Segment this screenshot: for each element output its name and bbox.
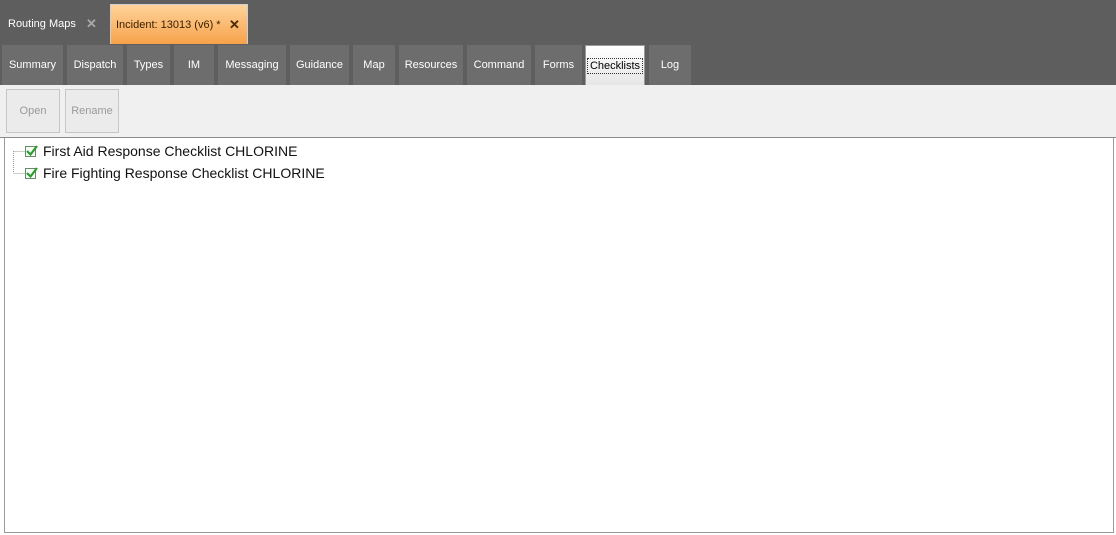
tab-guidance[interactable]: Guidance [290,45,349,85]
section-tab-bar: Summary Dispatch Types IM Messaging Guid… [0,44,1116,85]
close-icon[interactable]: ✕ [229,18,240,31]
checklist-tree: First Aid Response Checklist CHLORINE Fi… [4,138,1114,533]
tab-command[interactable]: Command [467,45,531,85]
doc-tab-label: Incident: 13013 (v6) * [116,18,221,31]
tab-checklists[interactable]: Checklists [585,45,645,85]
tab-summary[interactable]: Summary [2,45,63,85]
tab-label: Messaging [225,59,279,71]
checklist-label: First Aid Response Checklist CHLORINE [43,143,298,159]
checkbox-checked-icon[interactable] [25,166,38,179]
doc-tab-incident[interactable]: Incident: 13013 (v6) * ✕ [110,4,248,44]
tab-im[interactable]: IM [174,45,214,85]
doc-tab-label: Routing Maps [8,18,76,30]
tab-label: Dispatch [73,59,117,71]
tab-types[interactable]: Types [127,45,170,85]
tab-label: Types [133,59,164,71]
tab-label: Resources [404,59,458,71]
tab-label: Log [660,59,680,71]
tab-messaging[interactable]: Messaging [218,45,286,85]
document-tab-bar: Routing Maps ✕ Incident: 13013 (v6) * ✕ [0,0,1116,44]
list-item[interactable]: Fire Fighting Response Checklist CHLORIN… [25,163,325,183]
tab-label: Map [363,59,385,71]
checkbox-checked-icon[interactable] [25,144,38,157]
tab-map[interactable]: Map [353,45,395,85]
list-item[interactable]: First Aid Response Checklist CHLORINE [25,141,297,161]
tab-label: Forms [542,59,575,71]
tab-dispatch[interactable]: Dispatch [67,45,123,85]
toolbar: Open Rename [0,85,1116,138]
tab-label: Command [473,59,525,71]
tab-resources[interactable]: Resources [399,45,463,85]
rename-button[interactable]: Rename [65,89,119,133]
tab-label: Checklists [586,57,644,74]
close-icon[interactable]: ✕ [86,17,97,30]
open-button[interactable]: Open [6,89,60,133]
tab-label: Guidance [295,59,344,71]
tab-forms[interactable]: Forms [535,45,582,85]
tab-label: IM [187,59,201,71]
tab-label: Summary [8,59,57,71]
checklist-label: Fire Fighting Response Checklist CHLORIN… [43,165,325,181]
tab-log[interactable]: Log [649,45,691,85]
doc-tab-routing-maps[interactable]: Routing Maps ✕ [0,4,108,44]
